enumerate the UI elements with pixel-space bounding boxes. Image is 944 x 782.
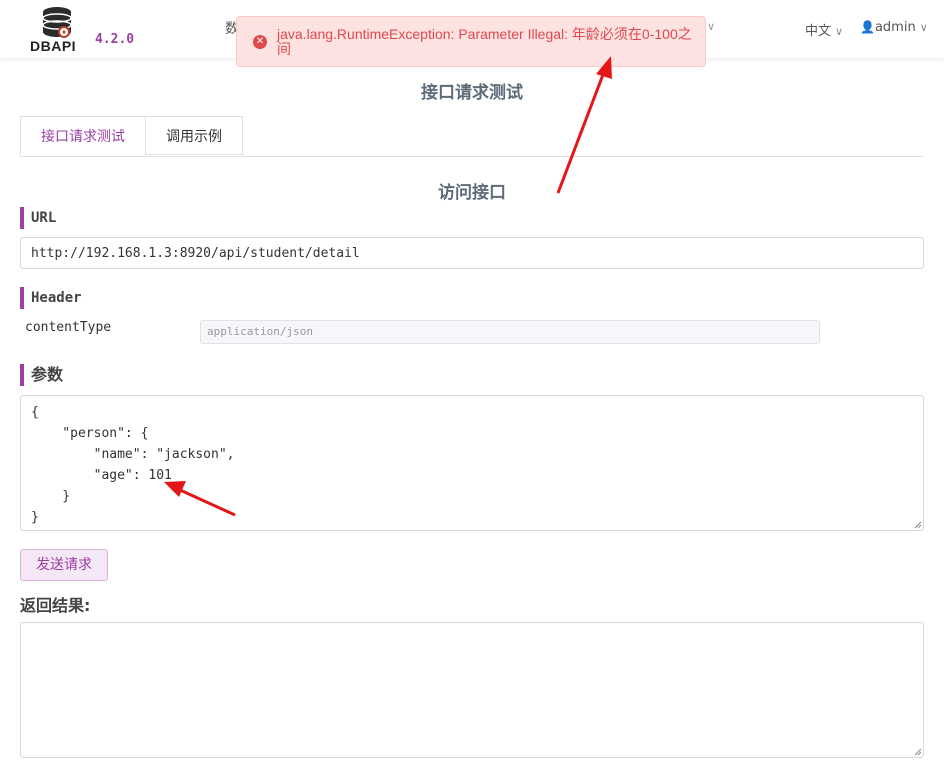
tab-bar: 接口请求测试 调用示例 — [20, 116, 924, 157]
chevron-down-icon: ∨ — [835, 25, 844, 38]
version-label: 4.2.0 — [95, 32, 135, 47]
chevron-down-icon: ∨ — [919, 21, 928, 34]
url-label: URL — [20, 207, 56, 229]
params-textarea[interactable]: { "person": { "name": "jackson", "age": … — [20, 395, 924, 531]
result-textarea[interactable] — [20, 622, 924, 758]
username-label: admin — [874, 20, 916, 35]
header-key-label: contentType — [25, 320, 112, 335]
user-dropdown[interactable]: 👤admin ∨ — [860, 20, 928, 35]
language-dropdown[interactable]: 中文 ∨ — [805, 20, 843, 39]
result-label: 返回结果: — [20, 596, 91, 615]
chevron-down-icon[interactable]: ∨ — [707, 20, 715, 33]
params-label: 参数 — [20, 364, 63, 386]
send-request-button[interactable]: 发送请求 — [20, 549, 108, 581]
error-circle-icon: ✕ — [253, 35, 267, 49]
content-type-field[interactable]: application/json — [200, 320, 820, 344]
resize-handle-icon[interactable] — [914, 748, 922, 756]
page-title: 接口请求测试 — [421, 83, 523, 103]
language-label: 中文 — [805, 24, 832, 39]
tab-request-test[interactable]: 接口请求测试 — [20, 116, 146, 156]
header-label: Header — [20, 287, 82, 309]
user-icon: 👤 — [860, 20, 875, 34]
logo-text: DBAPI — [30, 38, 77, 54]
resize-handle-icon[interactable] — [914, 521, 922, 529]
error-message: java.lang.RuntimeException: Parameter Il… — [277, 26, 692, 57]
section-title: 访问接口 — [438, 183, 506, 203]
tab-call-example[interactable]: 调用示例 — [145, 116, 243, 155]
error-toast: ✕ java.lang.RuntimeException: Parameter … — [236, 16, 706, 67]
url-input[interactable] — [20, 237, 924, 269]
